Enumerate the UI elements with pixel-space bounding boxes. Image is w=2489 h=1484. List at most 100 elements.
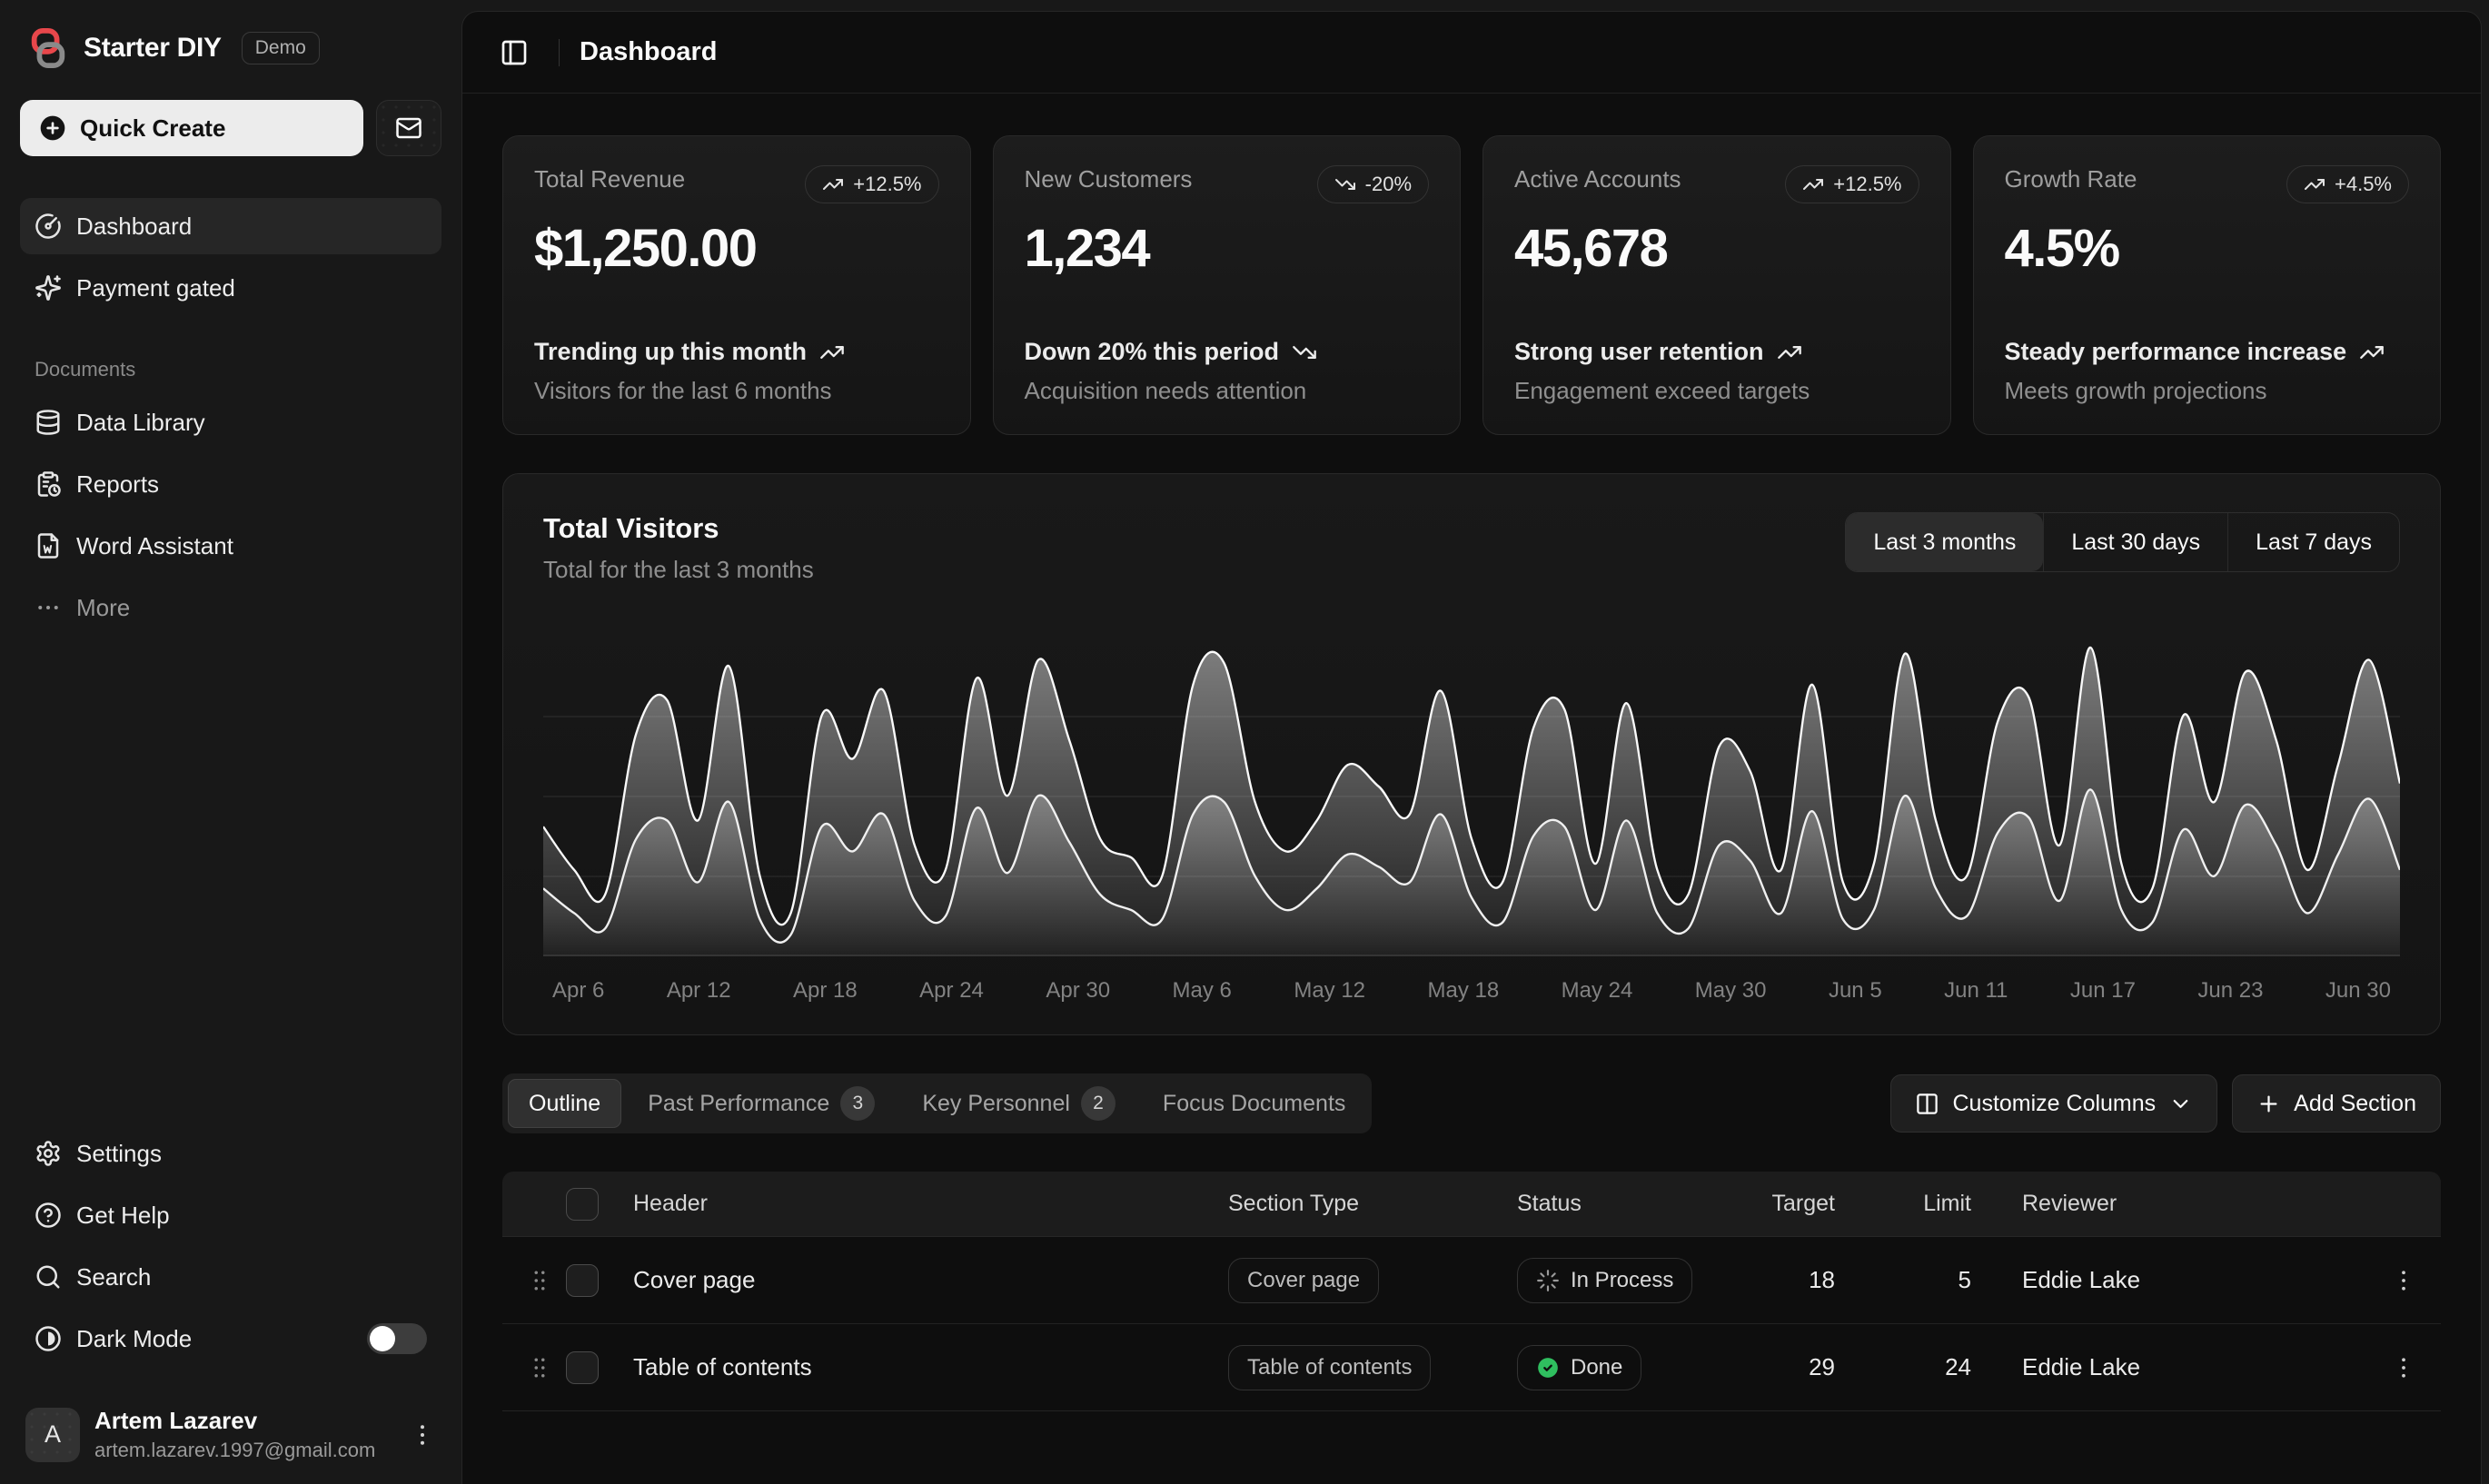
trending-up-icon [822,173,844,195]
column-header: Section Type [1228,1191,1517,1217]
chart-subtitle: Total for the last 3 months [543,556,814,584]
content: Total Revenue +12.5% $1,250.00 Trending … [462,94,2481,1411]
chart-title: Total Visitors [543,512,814,545]
trending-down-icon [1334,173,1356,195]
row-actions-icon[interactable] [2390,1354,2417,1381]
visitors-area-chart[interactable] [543,637,2400,956]
x-tick: May 12 [1294,978,1365,1004]
trending-up-icon [2359,340,2385,365]
sidebar-item-label: Data Library [76,409,205,437]
trend-badge-value: +12.5% [1833,173,1901,196]
card-subline: Visitors for the last 6 months [534,377,939,405]
sidebar-item-settings[interactable]: Settings [20,1125,441,1182]
cell-header[interactable]: Cover page [633,1266,1228,1294]
panel-left-icon [500,38,529,67]
column-header: Target [1735,1191,1835,1217]
sidebar-item-data-library[interactable]: Data Library [20,394,441,450]
tab-label: Past Performance [648,1091,829,1117]
range-last-3-months[interactable]: Last 3 months [1846,513,2043,571]
sidebar-item-word-assistant[interactable]: Word Assistant [20,518,441,574]
select-all-checkbox[interactable] [566,1188,599,1221]
chart-plot-area: Apr 6 Apr 12 Apr 18 Apr 24 Apr 30 May 6 … [543,637,2400,1004]
gear-icon [35,1140,62,1167]
search-icon [35,1263,62,1291]
topbar-divider [559,39,560,66]
plus-icon [2256,1092,2281,1116]
range-last-30-days[interactable]: Last 30 days [2043,513,2227,571]
add-section-button[interactable]: Add Section [2232,1074,2441,1133]
sidebar-item-label: More [76,594,130,622]
tab-outline[interactable]: Outline [508,1079,621,1128]
card-value: 45,678 [1514,218,1919,279]
cell-reviewer[interactable]: Eddie Lake [1971,1266,2354,1294]
quick-create-button[interactable]: Quick Create [20,100,363,156]
card-subline: Acquisition needs attention [1025,377,1430,405]
column-header: Reviewer [1971,1191,2354,1217]
x-tick: Jun 17 [2070,978,2136,1004]
cell-reviewer[interactable]: Eddie Lake [1971,1353,2354,1381]
status-badge: Done [1517,1345,1641,1390]
gauge-icon [35,213,62,240]
sidebar-item-payment-gated[interactable]: Payment gated [20,260,441,316]
help-circle-icon [35,1202,62,1229]
x-tick: Apr 30 [1046,978,1110,1004]
tab-count-badge: 3 [840,1086,875,1121]
trend-badge: -20% [1317,165,1429,203]
sidebar-toggle-button[interactable] [490,28,539,77]
plus-circle-icon [38,114,67,143]
row-checkbox[interactable] [566,1351,599,1384]
tab-past-performance[interactable]: Past Performance 3 [627,1079,896,1128]
tab-label: Focus Documents [1163,1091,1345,1117]
table-row: Cover page Cover page In Process 18 5 [502,1237,2441,1324]
drag-handle-icon[interactable] [526,1267,553,1294]
range-last-7-days[interactable]: Last 7 days [2227,513,2399,571]
customize-columns-button[interactable]: Customize Columns [1890,1074,2217,1133]
drag-handle-icon[interactable] [526,1354,553,1381]
visitors-chart-card: Total Visitors Total for the last 3 mont… [502,473,2441,1035]
trending-down-icon [1292,340,1317,365]
trend-badge: +12.5% [805,165,938,203]
trending-up-icon [1777,340,1802,365]
sidebar-item-reports[interactable]: Reports [20,456,441,512]
page-title: Dashboard [580,37,717,67]
cell-header[interactable]: Table of contents [633,1353,1228,1381]
tab-key-personnel[interactable]: Key Personnel 2 [901,1079,1136,1128]
cell-limit[interactable]: 5 [1835,1266,1971,1294]
cell-target[interactable]: 18 [1735,1266,1835,1294]
x-tick: Apr 24 [919,978,984,1004]
trending-up-icon [2304,173,2325,195]
topbar: Dashboard [462,12,2481,94]
sidebar-item-get-help[interactable]: Get Help [20,1187,441,1243]
sparkles-icon [35,274,62,302]
file-word-icon [35,532,62,559]
stat-card-growth-rate: Growth Rate +4.5% 4.5% Steady performanc… [1973,135,2442,435]
avatar: A [25,1408,80,1462]
row-actions-icon[interactable] [2390,1267,2417,1294]
toggle-knob [370,1326,395,1351]
sidebar-nav: Dashboard Payment gated [20,198,441,316]
cell-target[interactable]: 29 [1735,1353,1835,1381]
card-value: 4.5% [2005,218,2410,279]
status-badge: In Process [1517,1258,1692,1303]
trend-badge-value: +12.5% [853,173,921,196]
sidebar-item-dashboard[interactable]: Dashboard [20,198,441,254]
cell-limit[interactable]: 24 [1835,1353,1971,1381]
x-tick: Jun 30 [2325,978,2391,1004]
x-tick: May 6 [1173,978,1232,1004]
user-menu[interactable]: A Artem Lazarev artem.lazarev.1997@gmail… [20,1400,441,1466]
sidebar-item-search[interactable]: Search [20,1249,441,1305]
x-tick: Apr 12 [667,978,731,1004]
row-checkbox[interactable] [566,1264,599,1297]
sidebar-item-label: Reports [76,470,159,499]
x-tick: May 24 [1562,978,1633,1004]
brand[interactable]: Starter DIY Demo [20,24,441,73]
add-section-label: Add Section [2294,1091,2416,1117]
stat-cards: Total Revenue +12.5% $1,250.00 Trending … [502,135,2441,435]
sidebar-item-dark-mode[interactable]: Dark Mode [20,1311,441,1367]
more-vertical-icon[interactable] [409,1421,436,1449]
sidebar-item-more[interactable]: More [20,579,441,636]
dark-mode-toggle[interactable] [367,1323,427,1354]
tab-focus-documents[interactable]: Focus Documents [1142,1079,1366,1128]
status-label: In Process [1571,1268,1673,1293]
inbox-button[interactable] [376,100,441,156]
